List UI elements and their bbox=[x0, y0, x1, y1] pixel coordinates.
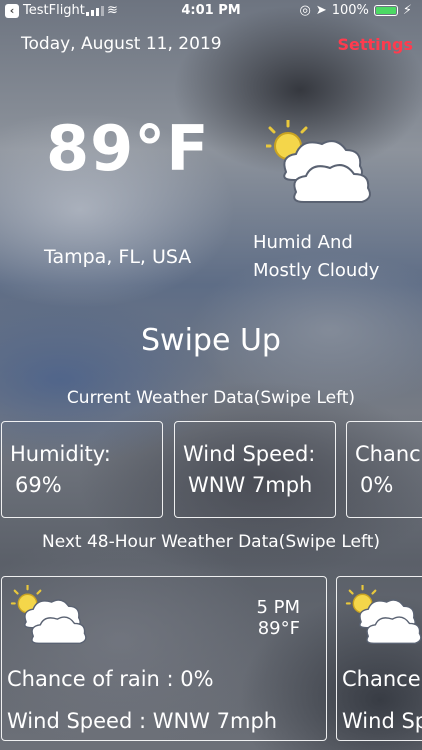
sun-behind-cloud-icon bbox=[345, 585, 422, 645]
forecast-chance-of-rain: Chance bbox=[342, 667, 421, 691]
screen-lock-icon: ◎ bbox=[299, 3, 311, 18]
battery-percent: 100% bbox=[331, 3, 369, 18]
card-value: WNW 7mph bbox=[188, 473, 313, 497]
swipe-up-hint[interactable]: Swipe Up bbox=[0, 323, 422, 358]
humidity-card[interactable]: Humidity: 69% bbox=[1, 421, 163, 518]
charging-bolt-icon: ⚡ bbox=[402, 3, 412, 18]
card-label: Wind Speed: bbox=[183, 442, 316, 466]
chance-of-rain-card[interactable]: Chanc 0% bbox=[346, 421, 422, 518]
forecast-carousel[interactable]: 5 PM 89°F Chance of rain : 0% Wind Speed… bbox=[0, 576, 422, 742]
condition-line-2: Mostly Cloudy bbox=[253, 260, 380, 281]
status-bar: ‹ TestFlight ≋ 4:01 PM ◎ ➤ 100% ⚡ bbox=[0, 0, 422, 22]
weather-condition: Humid And Mostly Cloudy bbox=[253, 229, 379, 285]
card-value: 69% bbox=[15, 473, 62, 497]
current-location: Tampa, FL, USA bbox=[44, 246, 192, 268]
location-arrow-icon: ➤ bbox=[315, 3, 327, 18]
card-label: Chanc bbox=[355, 442, 421, 466]
battery-icon bbox=[373, 5, 398, 16]
forecast-temperature: 89°F bbox=[257, 618, 300, 639]
forecast-card[interactable]: 5 PM 89°F Chance of rain : 0% Wind Speed… bbox=[1, 576, 327, 741]
current-data-section-title: Current Weather Data(Swipe Left) bbox=[66, 388, 356, 408]
forecast-chance-of-rain: Chance of rain : 0% bbox=[7, 667, 214, 691]
current-data-carousel[interactable]: Humidity: 69% Wind Speed: WNW 7mph Chanc… bbox=[0, 421, 422, 519]
forecast-wind-speed: Wind Speed : WNW 7mph bbox=[7, 709, 278, 733]
current-date: Today, August 11, 2019 bbox=[21, 34, 222, 54]
forecast-time-temp: 5 PM 89°F bbox=[256, 597, 300, 639]
condition-line-1: Humid And bbox=[253, 232, 353, 253]
forecast-section-title: Next 48-Hour Weather Data(Swipe Left) bbox=[41, 532, 381, 552]
forecast-wind-speed: Wind Sp bbox=[342, 709, 422, 733]
wind-speed-card[interactable]: Wind Speed: WNW 7mph bbox=[174, 421, 336, 518]
current-temperature: 89°F bbox=[46, 112, 210, 185]
forecast-hour: 5 PM bbox=[256, 597, 300, 618]
card-label: Humidity: bbox=[10, 442, 111, 466]
forecast-card[interactable]: Chance Wind Sp bbox=[336, 576, 422, 741]
sun-behind-cloud-icon bbox=[10, 585, 87, 645]
settings-button[interactable]: Settings bbox=[337, 35, 413, 54]
sun-behind-cloud-icon bbox=[266, 120, 371, 203]
card-value: 0% bbox=[360, 473, 394, 497]
